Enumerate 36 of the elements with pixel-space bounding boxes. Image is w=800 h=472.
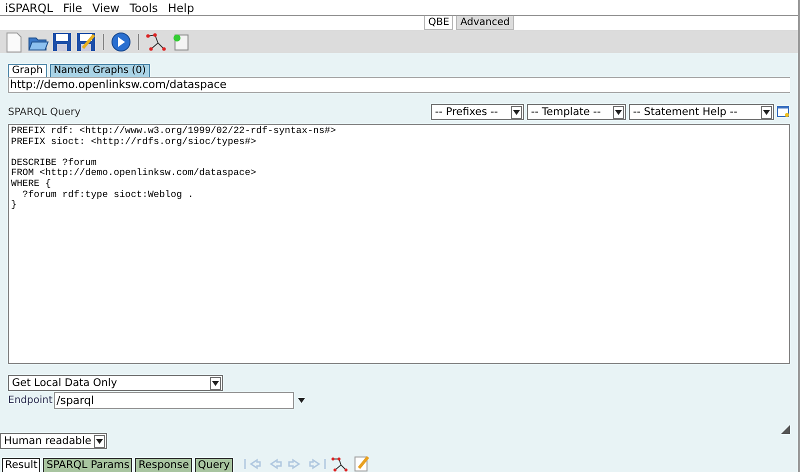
data-source-select[interactable]: Get Local Data Only — [8, 375, 223, 391]
menu-item[interactable]: iSPARQL — [3, 0, 62, 14]
menu-item[interactable]: Tools — [128, 0, 166, 14]
result-tab[interactable]: Response — [135, 458, 192, 472]
caret-icon — [615, 110, 622, 114]
query-editor[interactable]: PREFIX rdf: <http://www.w3.org/1999/02/22-rdf-syntax-ns#> PREFIX sioct: <http://rdfs.org/sioc/types#> DESCRIBE ?forum FROM <http://demo.openlinksw.com/dataspace> WHERE { ?forum rdf:type sioct:Weblog . } — [8, 124, 790, 364]
save-as-icon[interactable] — [75, 30, 97, 52]
caret-icon — [298, 398, 305, 403]
endpoint-label: Endpoint — [8, 395, 53, 406]
query-select[interactable]: -- Prefixes -- — [431, 104, 524, 120]
menu-item[interactable]: Help — [166, 0, 202, 14]
save-icon[interactable] — [51, 30, 73, 52]
endpoint-field[interactable]: /sparql — [54, 392, 294, 409]
graph-icon[interactable] — [145, 30, 167, 52]
play-icon[interactable] — [110, 30, 132, 52]
mode-tab[interactable]: Advanced — [456, 16, 514, 30]
menu-item[interactable]: File — [61, 0, 90, 14]
query-select[interactable]: -- Template -- — [527, 104, 626, 120]
resize-grip-icon[interactable] — [781, 425, 790, 434]
result-tab[interactable]: SPARQL Params — [43, 458, 132, 472]
caret-icon — [96, 438, 103, 444]
result-tab[interactable]: Query — [194, 458, 233, 472]
menu-item[interactable]: View — [90, 0, 128, 14]
caret-icon — [513, 110, 520, 114]
mode-tab[interactable]: QBE — [424, 16, 454, 30]
query-select[interactable]: -- Statement Help -- — [629, 104, 774, 120]
caret-icon — [212, 380, 219, 386]
graph-icon[interactable] — [330, 456, 350, 472]
new-window-icon[interactable] — [777, 106, 790, 118]
result-tab[interactable]: Result — [2, 458, 40, 472]
caret-icon — [763, 110, 770, 114]
graph-tab[interactable]: Graph — [8, 64, 47, 77]
graph-uri-field[interactable]: http://demo.openlinksw.com/dataspace — [8, 77, 790, 93]
format-select[interactable]: Human readable — [0, 433, 107, 449]
graph-tab[interactable]: Named Graphs (0) — [50, 64, 150, 77]
query-label: SPARQL Query — [8, 106, 82, 118]
